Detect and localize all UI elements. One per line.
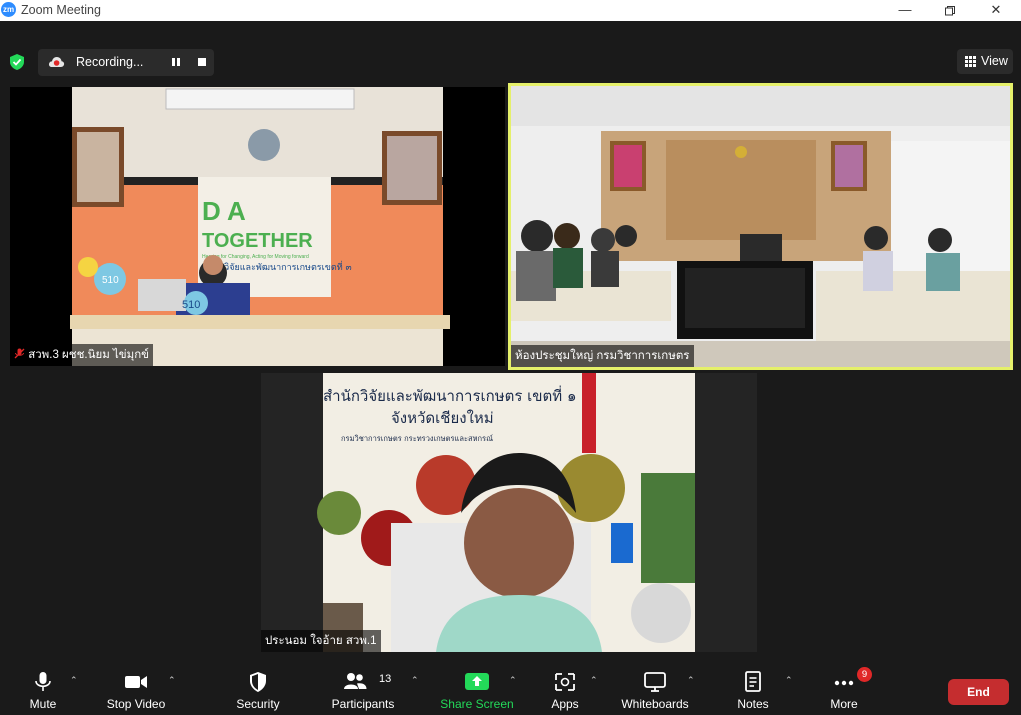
together-text: TOGETHER bbox=[202, 230, 313, 252]
notes-button[interactable]: Notes bbox=[730, 661, 776, 715]
more-label: More bbox=[830, 697, 858, 711]
title-bar: zm Zoom Meeting — ✕ bbox=[0, 0, 1021, 21]
video-options-chevron-icon[interactable]: ⌃ bbox=[168, 675, 178, 685]
close-icon[interactable]: ✕ bbox=[973, 0, 1019, 21]
mute-options-chevron-icon[interactable]: ⌃ bbox=[70, 675, 80, 685]
maximize-icon[interactable] bbox=[927, 0, 973, 21]
microphone-icon bbox=[35, 672, 51, 691]
whiteboards-button[interactable]: Whiteboards bbox=[615, 661, 695, 715]
whiteboard-icon bbox=[644, 672, 666, 692]
view-label: View bbox=[981, 54, 1008, 68]
video-tile-2[interactable]: ห้องประชุมใหญ่ กรมวิชาการเกษตร bbox=[508, 83, 1013, 370]
meeting-area: Recording... View D A TOGETHER Hearing f… bbox=[0, 21, 1021, 661]
whiteboards-options-chevron-icon[interactable]: ⌃ bbox=[687, 675, 697, 685]
stop-recording-icon[interactable] bbox=[198, 58, 206, 66]
participant-name-label-2: ห้องประชุมใหญ่ กรมวิชาการเกษตร bbox=[515, 350, 690, 362]
notes-icon bbox=[745, 671, 761, 692]
recording-indicator: Recording... bbox=[38, 49, 214, 76]
banner-line-1: สำนักวิจัยและพัฒนาการเกษตร เขตที่ ๑ bbox=[323, 385, 576, 405]
logo-number-left: 510 bbox=[102, 275, 119, 286]
apps-options-chevron-icon[interactable]: ⌃ bbox=[590, 675, 600, 685]
share-screen-button[interactable]: Share Screen bbox=[436, 661, 518, 715]
doa-logo-text: D A bbox=[202, 196, 246, 226]
video-feed-1: D A TOGETHER Hearing for Changing, Actin… bbox=[10, 87, 505, 366]
meeting-toolbar: Mute ⌃ Stop Video ⌃ Security Participant… bbox=[0, 661, 1021, 715]
security-shield-icon bbox=[250, 672, 266, 692]
whiteboards-label: Whiteboards bbox=[621, 697, 689, 711]
participants-count: 13 bbox=[379, 673, 392, 685]
video-feed-2 bbox=[511, 86, 1010, 367]
grid-view-icon bbox=[965, 56, 976, 67]
notes-options-chevron-icon[interactable]: ⌃ bbox=[785, 675, 795, 685]
participant-name-label-1: สวพ.3 ผชช.นิยม ไข่มุกข์ bbox=[28, 349, 150, 361]
participants-icon bbox=[343, 673, 367, 689]
share-options-chevron-icon[interactable]: ⌃ bbox=[509, 675, 519, 685]
logo-number-desk: 510 bbox=[182, 299, 200, 311]
security-button[interactable]: Security bbox=[228, 661, 288, 715]
share-screen-label: Share Screen bbox=[440, 697, 514, 711]
recording-label: Recording... bbox=[76, 55, 144, 69]
more-notification-badge: 9 bbox=[857, 667, 872, 682]
more-icon bbox=[834, 680, 854, 686]
mute-label: Mute bbox=[29, 697, 57, 711]
participant-name-label-3: ประนอม ใจอ้าย สวพ.1 bbox=[265, 635, 377, 647]
banner-line-2: จังหวัดเชียงใหม่ bbox=[391, 409, 494, 427]
muted-microphone-icon bbox=[14, 348, 25, 359]
video-feed-3: สำนักวิจัยและพัฒนาการเกษตร เขตที่ ๑ จังห… bbox=[261, 373, 757, 652]
apps-button[interactable]: Apps bbox=[543, 661, 587, 715]
end-meeting-button[interactable]: End bbox=[948, 679, 1009, 705]
encryption-shield-icon[interactable] bbox=[8, 53, 26, 71]
window-title: Zoom Meeting bbox=[21, 3, 101, 17]
stop-video-label: Stop Video bbox=[106, 697, 166, 711]
video-camera-icon bbox=[125, 676, 147, 688]
apps-icon bbox=[555, 673, 575, 691]
participants-button[interactable]: Participants bbox=[328, 661, 398, 715]
notes-label: Notes bbox=[737, 697, 769, 711]
participant-name-2: ห้องประชุมใหญ่ กรมวิชาการเกษตร bbox=[511, 345, 694, 367]
participants-label: Participants bbox=[331, 697, 395, 711]
cloud-recording-icon bbox=[48, 57, 65, 67]
mute-button[interactable]: Mute bbox=[18, 661, 68, 715]
stop-video-button[interactable]: Stop Video bbox=[100, 661, 172, 715]
participant-name-3: ประนอม ใจอ้าย สวพ.1 bbox=[261, 630, 381, 652]
share-screen-icon bbox=[465, 673, 489, 690]
banner-line-3: กรมวิชาการเกษตร กระทรวงเกษตรและสหกรณ์ bbox=[341, 434, 493, 443]
apps-label: Apps bbox=[551, 697, 579, 711]
view-button[interactable]: View bbox=[957, 49, 1013, 74]
video-tile-3[interactable]: สำนักวิจัยและพัฒนาการเกษตร เขตที่ ๑ จังห… bbox=[261, 373, 757, 652]
participant-name-1: สวพ.3 ผชช.นิยม ไข่มุกข์ bbox=[10, 344, 154, 366]
minimize-icon[interactable]: — bbox=[882, 0, 928, 21]
participants-options-chevron-icon[interactable]: ⌃ bbox=[411, 675, 421, 685]
security-label: Security bbox=[236, 697, 280, 711]
pause-recording-icon[interactable] bbox=[170, 56, 182, 68]
video-tile-1[interactable]: D A TOGETHER Hearing for Changing, Actin… bbox=[10, 87, 505, 366]
zoom-logo-icon: zm bbox=[1, 2, 16, 17]
